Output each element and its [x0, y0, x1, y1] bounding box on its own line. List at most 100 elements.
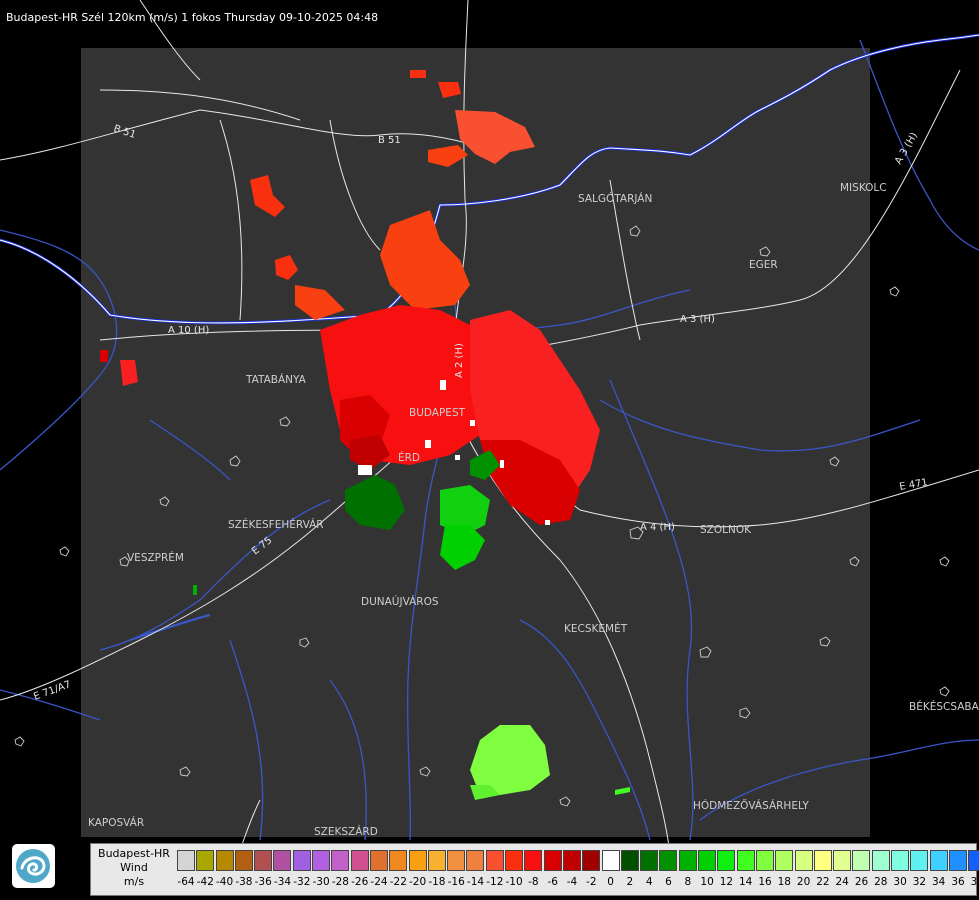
- city-label-bekescsaba: BÉKÉSCSABA: [909, 700, 979, 713]
- legend-tick-label: 30: [893, 876, 907, 888]
- legend-swatch: [312, 850, 331, 871]
- legend-swatch: [331, 850, 350, 871]
- city-label-szolnok: SZOLNOK: [700, 524, 752, 536]
- road-label-e471: E 471: [899, 477, 929, 493]
- legend-tick-label: -20: [409, 876, 427, 888]
- legend-tick-label: 24: [835, 876, 849, 888]
- city-label-hodmezovasarhely: HÓDMEZŐVÁSÁRHELY: [693, 798, 809, 812]
- legend-swatch: [177, 850, 195, 871]
- city-label-szekszard: SZEKSZÁRD: [314, 825, 378, 838]
- road-label-a3h: A 3 (H): [893, 131, 920, 167]
- legend-swatch: [292, 850, 311, 871]
- legend-swatch: [890, 850, 909, 871]
- legend-tick-label: -40: [216, 876, 234, 888]
- legend-swatch: [582, 850, 601, 871]
- legend-tick-label: 8: [684, 876, 692, 888]
- legend-tick-label: 0: [607, 876, 614, 888]
- legend-swatch: [968, 850, 979, 871]
- legend-tick-label: 12: [719, 876, 734, 888]
- legend-swatch: [775, 850, 794, 871]
- met-service-logo: [12, 844, 55, 888]
- legend-tick-label: 4: [645, 876, 653, 888]
- legend-swatch: [929, 850, 948, 871]
- legend-swatches: [177, 850, 979, 871]
- legend-tick-label: -26: [351, 876, 369, 888]
- legend-tick-label: -4: [566, 876, 578, 888]
- legend-tick-label: -2: [586, 876, 597, 888]
- color-legend: Budapest-HR Wind m/s -64 -42 -40 -38 -36 -34-…: [90, 843, 979, 896]
- legend-swatch: [389, 850, 408, 871]
- city-label-eger: EGER: [749, 259, 778, 271]
- legend-swatch: [369, 850, 388, 871]
- legend-product: Wind: [120, 861, 148, 874]
- legend-swatch: [794, 850, 813, 871]
- legend-tick-label: -6: [547, 876, 558, 888]
- legend-swatch: [485, 850, 504, 871]
- legend-swatch: [698, 850, 717, 871]
- legend-tick-label: 34: [932, 876, 946, 888]
- legend-tick-label: -34: [273, 876, 292, 888]
- city-label-veszprem: VESZPRÉM: [127, 551, 184, 564]
- legend-tick-label: -16: [447, 876, 465, 888]
- city-label-tatabanya: TATABÁNYA: [245, 373, 307, 386]
- legend-tick-label: 26: [854, 876, 869, 888]
- legend-swatch: [736, 850, 755, 871]
- legend-tick-label: 14: [739, 876, 753, 888]
- legend-swatch: [562, 850, 581, 871]
- legend-swatch: [640, 850, 659, 871]
- legend-swatch: [408, 850, 427, 871]
- legend-swatch: [601, 850, 620, 871]
- legend-unit: m/s: [123, 875, 145, 888]
- legend-tick-label: 20: [796, 876, 811, 888]
- road-label-b51b: B 51: [378, 135, 401, 146]
- legend-swatch: [234, 850, 253, 871]
- legend-swatch: [910, 850, 929, 871]
- legend-swatch: [871, 850, 890, 871]
- city-label-budapest: BUDAPEST: [409, 407, 466, 419]
- legend-ticks: -64 -42 -40 -38 -36 -34 -32 -30 -28 -26 -24 -22 -20-…: [177, 876, 979, 890]
- radar-coverage-area: [81, 48, 870, 837]
- legend-swatch: [215, 850, 234, 871]
- city-label-szekesfehervar: SZÉKESFEHÉRVÁR: [228, 518, 324, 531]
- legend-tick-label: -10: [505, 876, 523, 888]
- legend-swatch: [755, 850, 774, 871]
- legend-title: Budapest-HR Wind m/s: [91, 847, 177, 889]
- legend-station: Budapest-HR: [98, 847, 170, 860]
- legend-tick-label: -14: [466, 876, 485, 888]
- city-label-kaposvar: KAPOSVÁR: [88, 816, 144, 829]
- legend-swatch: [659, 850, 678, 871]
- city-label-erd: ÉRD: [398, 451, 420, 464]
- road-label-a10: A 10 (H): [168, 325, 209, 336]
- legend-tick-label: -12: [486, 876, 504, 888]
- legend-tick-label: 2: [626, 876, 634, 888]
- legend-swatch: [466, 850, 485, 871]
- legend-swatch: [813, 850, 832, 871]
- swirl-icon: [16, 849, 50, 883]
- city-label-kecskemet: KECSKEMÉT: [564, 622, 628, 635]
- legend-tick-label: -38: [235, 876, 253, 888]
- legend-tick-label: 18: [777, 876, 791, 888]
- road-label-e71: E 71/A7: [32, 679, 72, 703]
- legend-tick-label: 28: [874, 876, 888, 888]
- legend-tick-label: 36: [951, 876, 965, 888]
- legend-tick-label: -22: [389, 876, 407, 888]
- legend-tick-label: 16: [758, 876, 772, 888]
- legend-tick-label: 32: [912, 876, 927, 888]
- legend-tick-label: -8: [528, 876, 539, 888]
- legend-swatch: [427, 850, 446, 871]
- city-label-salgotarjan: SALGÓTARJÁN: [578, 192, 652, 205]
- legend-tick-label: 10: [700, 876, 714, 888]
- legend-swatch: [852, 850, 871, 871]
- legend-swatch: [833, 850, 852, 871]
- radar-map[interactable]: B 51 B 51 A 10 (H) A 3 (H) A 3 (H) A 4 (…: [0, 0, 979, 900]
- legend-swatch: [543, 850, 562, 871]
- city-label-dunaujvaros: DUNAÚJVÁROS: [361, 595, 439, 608]
- legend-swatch: [505, 850, 524, 871]
- legend-swatch: [273, 850, 292, 871]
- legend-swatch: [196, 850, 215, 871]
- legend-swatch: [447, 850, 466, 871]
- legend-swatch: [717, 850, 736, 871]
- legend-tick-label: -30: [312, 876, 330, 888]
- legend-swatch: [254, 850, 273, 871]
- legend-tick-label: -32: [293, 876, 311, 888]
